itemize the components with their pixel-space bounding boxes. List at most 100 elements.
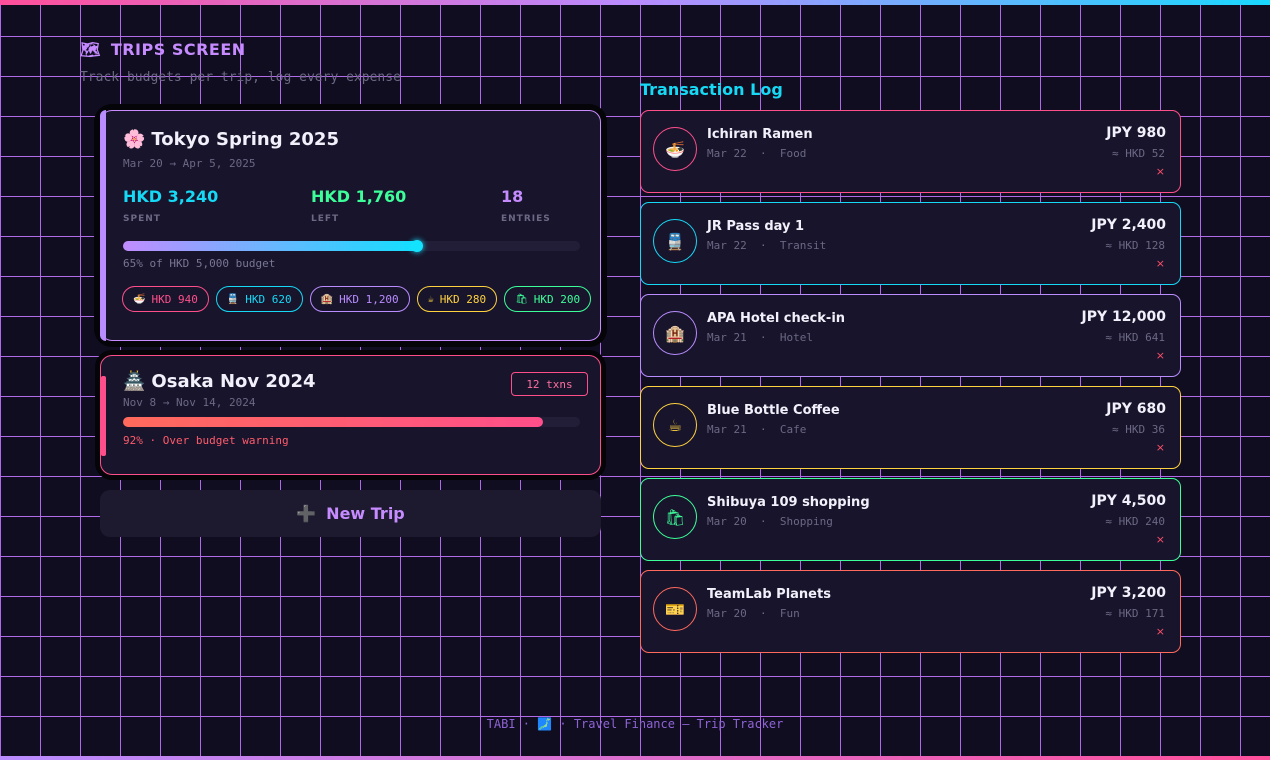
category-chips: 🍜 HKD 940 🚆 HKD 620 🏨 HKD 1,200 ☕ HKD 280 🛍 HKD 2… xyxy=(122,286,592,312)
screen-title: 🗺 TRIPS SCREEN xyxy=(80,40,401,59)
transaction-amount: JPY 2,400 xyxy=(1091,217,1166,233)
transaction-row[interactable]: 🏨 APA Hotel check-in Mar 21 · Hotel JPY 12,… xyxy=(640,294,1181,377)
trip-accent-bar xyxy=(100,110,106,341)
plus-icon: ➕ xyxy=(296,504,317,523)
trip-card-tokyo[interactable]: 🌸 Tokyo Spring 2025 Mar 20 → Apr 5, 2025… xyxy=(100,110,601,341)
transaction-converted: ≈ HKD 36 xyxy=(1112,423,1165,436)
txn-count-badge: 12 txns xyxy=(511,372,588,396)
trip-dates: Nov 8 → Nov 14, 2024 xyxy=(123,396,256,409)
category-chip[interactable]: 🚆 HKD 620 xyxy=(215,286,303,312)
stat-spent: HKD 3,240 SPENT xyxy=(123,187,218,224)
category-chip-label: HKD 280 xyxy=(439,292,487,306)
transaction-name: Ichiran Ramen xyxy=(707,127,813,142)
stat-entries-value: 18 xyxy=(501,187,524,206)
delete-icon[interactable]: × xyxy=(1156,165,1165,178)
stat-entries-label: ENTRIES xyxy=(501,214,551,224)
hotel-icon: 🏨 xyxy=(320,293,334,305)
transaction-amount: JPY 680 xyxy=(1106,401,1166,417)
category-chip-label: HKD 620 xyxy=(245,292,292,306)
transaction-meta: Mar 21 · Hotel xyxy=(707,331,813,344)
delete-icon[interactable]: × xyxy=(1156,349,1165,362)
footer-text: TABI · 🗾 · Travel Finance — Trip Tracker xyxy=(486,717,784,731)
delete-icon[interactable]: × xyxy=(1156,257,1165,270)
delete-icon[interactable]: × xyxy=(1156,533,1165,546)
shopping-icon: 🛍 xyxy=(515,293,528,305)
transaction-row[interactable]: ☕ Blue Bottle Coffee Mar 21 · Cafe JPY 680 ≈… xyxy=(640,386,1181,469)
ramen-icon: 🍜 xyxy=(133,293,146,305)
transaction-meta: Mar 21 · Cafe xyxy=(707,423,807,436)
stat-left-value: HKD 1,760 xyxy=(311,187,407,206)
transaction-amount: JPY 12,000 xyxy=(1081,309,1166,325)
delete-icon[interactable]: × xyxy=(1156,625,1165,638)
transaction-converted: ≈ HKD 171 xyxy=(1105,607,1165,620)
transaction-converted: ≈ HKD 52 xyxy=(1112,147,1165,160)
new-trip-button[interactable]: ➕ New Trip xyxy=(100,490,601,537)
category-chip-label: HKD 1,200 xyxy=(339,292,399,306)
transaction-row[interactable]: 🎫 TeamLab Planets Mar 20 · Fun JPY 3,200 ≈ H… xyxy=(640,570,1181,653)
screen-header: 🗺 TRIPS SCREEN Track budgets per trip, l… xyxy=(80,40,401,85)
new-trip-label: New Trip xyxy=(326,504,405,523)
transaction-name: TeamLab Planets xyxy=(707,587,831,602)
train-icon: 🚆 xyxy=(226,293,240,305)
transaction-amount: JPY 4,500 xyxy=(1091,493,1166,509)
transaction-converted: ≈ HKD 128 xyxy=(1105,239,1165,252)
stat-entries: 18 ENTRIES xyxy=(501,187,551,224)
stat-spent-label: SPENT xyxy=(123,214,161,224)
transaction-meta: Mar 22 · Transit xyxy=(707,239,827,252)
transaction-converted: ≈ HKD 240 xyxy=(1105,515,1165,528)
map-icon: 🗺 xyxy=(80,40,101,59)
stat-left: HKD 1,760 LEFT xyxy=(311,187,406,224)
trip-title-text: Tokyo Spring 2025 xyxy=(151,129,339,150)
top-gradient-bar xyxy=(0,0,1270,5)
row-divider xyxy=(660,473,1160,475)
shopping-icon: 🛍 xyxy=(653,495,697,539)
row-divider xyxy=(660,197,1160,199)
transaction-name: JR Pass day 1 xyxy=(707,219,805,234)
stat-spent-value: HKD 3,240 xyxy=(123,187,219,206)
transaction-converted: ≈ HKD 641 xyxy=(1105,331,1165,344)
category-chip[interactable]: ☕ HKD 280 xyxy=(416,286,498,312)
category-chip[interactable]: 🍜 HKD 940 xyxy=(122,286,209,312)
transaction-row[interactable]: 🍜 Ichiran Ramen Mar 22 · Food JPY 980 ≈ HKD … xyxy=(640,110,1181,193)
bottom-gradient-bar xyxy=(0,756,1270,760)
transaction-meta: Mar 20 · Shopping xyxy=(707,515,833,528)
over-budget-warning: 92% · Over budget warning xyxy=(123,434,289,447)
trip-title: 🏯 Osaka Nov 2024 xyxy=(123,371,316,392)
budget-progress-bar xyxy=(123,240,580,252)
delete-icon[interactable]: × xyxy=(1156,441,1165,454)
transaction-meta: Mar 20 · Fun xyxy=(707,607,800,620)
category-chip-label: HKD 940 xyxy=(151,292,198,306)
budget-caption: 65% of HKD 5,000 budget xyxy=(123,257,276,270)
stat-left-label: LEFT xyxy=(311,214,340,224)
ramen-icon: 🍜 xyxy=(653,127,697,171)
category-chip[interactable]: 🏨 HKD 1,200 xyxy=(309,286,410,312)
trip-title: 🌸 Tokyo Spring 2025 xyxy=(123,129,339,150)
castle-icon: 🏯 xyxy=(123,371,146,392)
row-divider xyxy=(660,381,1160,383)
budget-progress-bar xyxy=(123,417,580,427)
trip-accent-bar xyxy=(101,376,106,456)
transaction-name: Shibuya 109 shopping xyxy=(707,495,870,510)
trip-title-text: Osaka Nov 2024 xyxy=(151,371,316,392)
transaction-row[interactable]: 🚆 JR Pass day 1 Mar 22 · Transit JPY 2,400 ≈… xyxy=(640,202,1181,285)
category-chip[interactable]: 🛍 HKD 200 xyxy=(504,286,592,312)
budget-progress-fill xyxy=(123,240,424,252)
budget-progress-fill xyxy=(123,417,544,427)
coffee-icon: ☕ xyxy=(653,403,697,447)
trip-card-osaka[interactable]: 🏯 Osaka Nov 2024 Nov 8 → Nov 14, 2024 12… xyxy=(100,355,601,475)
category-chip-label: HKD 200 xyxy=(533,292,581,306)
coffee-icon: ☕ xyxy=(427,293,434,305)
screen-title-text: TRIPS SCREEN xyxy=(110,40,246,59)
trip-dates: Mar 20 → Apr 5, 2025 xyxy=(123,157,256,170)
row-divider xyxy=(660,289,1160,291)
transaction-row[interactable]: 🛍 Shibuya 109 shopping Mar 20 · Shopping JP… xyxy=(640,478,1181,561)
transaction-amount: JPY 980 xyxy=(1106,125,1166,141)
transaction-name: Blue Bottle Coffee xyxy=(707,403,840,418)
transaction-meta: Mar 22 · Food xyxy=(707,147,807,160)
ticket-icon: 🎫 xyxy=(653,587,697,631)
screen-subtitle: Track budgets per trip, log every expens… xyxy=(80,70,401,85)
cherry-blossom-icon: 🌸 xyxy=(123,129,146,150)
transaction-name: APA Hotel check-in xyxy=(707,311,846,326)
train-icon: 🚆 xyxy=(653,219,697,263)
transaction-amount: JPY 3,200 xyxy=(1091,585,1166,601)
